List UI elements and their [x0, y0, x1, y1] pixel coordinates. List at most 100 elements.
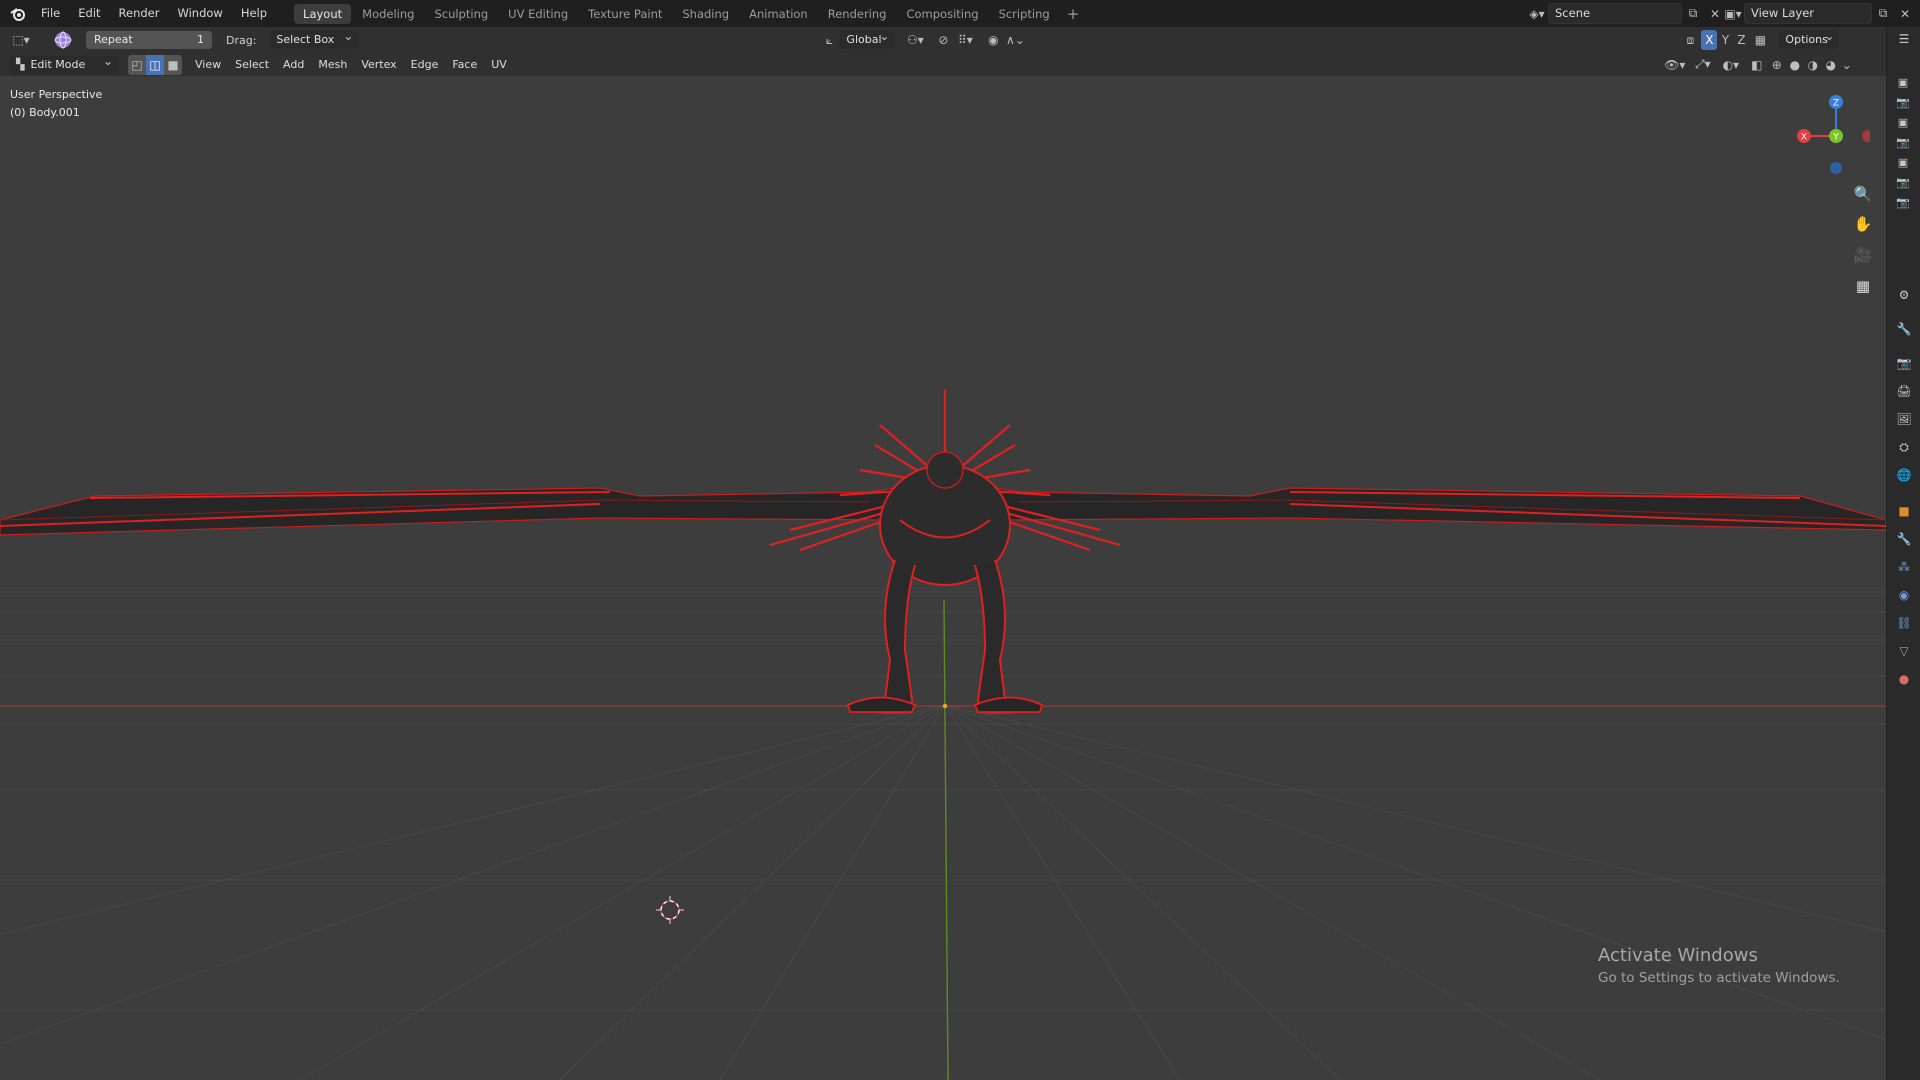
material-properties-icon[interactable]: ●: [1894, 669, 1914, 689]
world-properties-icon[interactable]: 🌐: [1894, 465, 1914, 485]
tab-shading[interactable]: Shading: [673, 4, 738, 24]
delete-view-layer-icon[interactable]: ✕: [1894, 4, 1916, 24]
menu-vertex[interactable]: Vertex: [354, 53, 403, 76]
menu-edge[interactable]: Edge: [404, 53, 446, 76]
tool-properties-icon[interactable]: 🔧: [1894, 319, 1914, 339]
tab-layout[interactable]: Layout: [294, 3, 352, 24]
3d-viewport[interactable]: Z X Y 🔍 ✋ 🎥 ▦: [0, 76, 1886, 1080]
camera-view-icon[interactable]: 🎥: [1850, 242, 1876, 268]
repeat-field[interactable]: Repeat 1: [86, 31, 212, 49]
render-camera-icon-3[interactable]: 📷: [1893, 172, 1913, 192]
mirror-z-toggle[interactable]: Z: [1733, 30, 1749, 50]
options-dropdown[interactable]: Options: [1779, 27, 1840, 49]
blender-logo-icon[interactable]: [8, 4, 28, 24]
render-properties-icon[interactable]: 📷: [1894, 353, 1914, 373]
proportional-edit-icon[interactable]: ◉: [982, 30, 1004, 50]
gizmo-toggle-icon[interactable]: ⤢▾: [1692, 55, 1714, 75]
pan-hand-icon[interactable]: ✋: [1850, 211, 1876, 237]
physics-properties-icon[interactable]: ◉: [1894, 585, 1914, 605]
tab-scripting[interactable]: Scripting: [990, 4, 1059, 24]
3d-cursor-icon[interactable]: [656, 896, 684, 924]
tab-sculpting[interactable]: Sculpting: [425, 4, 497, 24]
menu-file[interactable]: File: [32, 0, 69, 27]
solid-shading-icon[interactable]: ●: [1786, 55, 1804, 75]
particle-properties-icon[interactable]: ⁂: [1894, 557, 1914, 577]
zoom-icon[interactable]: 🔍: [1850, 181, 1876, 207]
proportional-falloff-icon[interactable]: ∧⌄: [1004, 30, 1026, 50]
menu-window[interactable]: Window: [168, 0, 231, 27]
editor-type-icon[interactable]: ⬚▾: [10, 30, 32, 50]
vertex-select-icon[interactable]: ◰: [128, 54, 146, 75]
render-camera-icon[interactable]: 📷: [1893, 92, 1913, 112]
mirror-x-toggle[interactable]: X: [1701, 30, 1718, 50]
snap-target-icon[interactable]: ⠿▾: [954, 30, 976, 50]
menu-uv[interactable]: UV: [484, 53, 514, 76]
scene-icon[interactable]: ◈▾: [1526, 4, 1548, 24]
face-select-icon[interactable]: ■: [164, 54, 182, 75]
menu-edit[interactable]: Edit: [69, 0, 109, 27]
collection-icon[interactable]: ▣: [1893, 72, 1913, 92]
modifier-properties-icon[interactable]: 🔧: [1894, 529, 1914, 549]
tab-rendering[interactable]: Rendering: [819, 4, 896, 24]
drag-label: Drag:: [226, 33, 257, 47]
edge-select-icon[interactable]: ◫: [146, 54, 164, 75]
add-workspace-button[interactable]: +: [1061, 5, 1086, 23]
drag-select-dropdown[interactable]: Select Box: [270, 27, 359, 49]
active-tool-icon[interactable]: [52, 29, 74, 51]
collection-icon-2[interactable]: ▣: [1893, 112, 1913, 132]
menu-view[interactable]: View: [188, 53, 228, 76]
scene-properties-icon[interactable]: ⛭: [1894, 437, 1914, 457]
view-layer-icon[interactable]: ▣▾: [1722, 4, 1744, 24]
menu-help[interactable]: Help: [232, 0, 276, 27]
view-layer-properties-icon[interactable]: 🖼: [1894, 409, 1914, 429]
menu-add[interactable]: Add: [276, 53, 311, 76]
tab-uv-editing[interactable]: UV Editing: [499, 4, 577, 24]
gizmo-neg-z-icon[interactable]: [1830, 162, 1842, 174]
scene-selector: ◈▾ Scene ⧉ ✕: [1526, 3, 1726, 24]
collection-icon-3[interactable]: ▣: [1893, 152, 1913, 172]
wireframe-shading-icon[interactable]: ⊕: [1768, 55, 1786, 75]
data-properties-icon[interactable]: ▽: [1894, 641, 1914, 661]
object-properties-icon[interactable]: ■: [1894, 501, 1914, 521]
tool-header: ⬚▾ Repeat 1 Drag: Select Box ⟀ Global ⚇▾…: [0, 27, 1886, 53]
menu-face[interactable]: Face: [445, 53, 484, 76]
snap-toggle-icon[interactable]: ⊘: [932, 30, 954, 50]
material-shading-icon[interactable]: ◑: [1804, 55, 1822, 75]
repeat-value: 1: [197, 33, 204, 46]
new-view-layer-icon[interactable]: ⧉: [1872, 4, 1894, 24]
navigation-gizmo[interactable]: Z X Y: [1790, 84, 1870, 174]
outliner-icon[interactable]: ☰: [1894, 29, 1914, 49]
menu-select[interactable]: Select: [228, 53, 276, 76]
render-camera-icon-2[interactable]: 📷: [1893, 132, 1913, 152]
xray-toggle-icon[interactable]: ◧: [1746, 55, 1768, 75]
watermark-subtitle: Go to Settings to activate Windows.: [1598, 970, 1840, 986]
auto-merge-icon[interactable]: ▦: [1749, 30, 1771, 50]
new-scene-icon[interactable]: ⧉: [1682, 4, 1704, 24]
properties-editor-icon[interactable]: ⚙: [1894, 285, 1914, 305]
view-layer-name-field[interactable]: View Layer: [1744, 3, 1872, 24]
menu-render[interactable]: Render: [110, 0, 169, 27]
mirror-options-icon[interactable]: ⧈: [1679, 30, 1701, 50]
transform-orientation-icon[interactable]: ⟀: [818, 30, 840, 50]
pivot-point-icon[interactable]: ⚇▾: [904, 30, 926, 50]
mirror-y-toggle[interactable]: Y: [1717, 30, 1733, 50]
tab-texture-paint[interactable]: Texture Paint: [579, 4, 671, 24]
output-properties-icon[interactable]: 🖨: [1894, 381, 1914, 401]
scene-name-field[interactable]: Scene: [1548, 3, 1682, 24]
render-camera-icon-4[interactable]: 📷: [1893, 192, 1913, 212]
gizmo-neg-x-icon[interactable]: [1862, 130, 1870, 142]
overlay-toggle-icon[interactable]: ◐▾: [1720, 55, 1742, 75]
tab-animation[interactable]: Animation: [740, 4, 817, 24]
shading-options-icon[interactable]: ⌄: [1840, 55, 1854, 75]
ortho-toggle-icon[interactable]: ▦: [1850, 273, 1876, 299]
orientation-dropdown[interactable]: Global: [840, 27, 895, 49]
menu-mesh[interactable]: Mesh: [311, 53, 354, 76]
constraint-properties-icon[interactable]: ⛓: [1894, 613, 1914, 633]
creature-mesh: [0, 390, 1886, 714]
view-layer-selector: ▣▾ View Layer ⧉ ✕: [1722, 3, 1916, 24]
tab-modeling[interactable]: Modeling: [353, 4, 423, 24]
rendered-shading-icon[interactable]: ◕: [1822, 55, 1840, 75]
visibility-icon[interactable]: 👁▾: [1664, 55, 1686, 75]
tab-compositing[interactable]: Compositing: [897, 4, 987, 24]
mode-dropdown[interactable]: ▚ Edit Mode: [10, 52, 118, 74]
